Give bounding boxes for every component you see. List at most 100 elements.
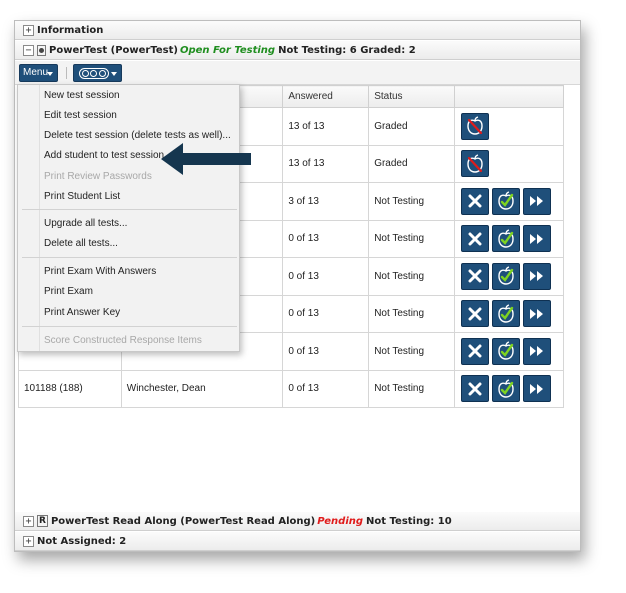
panel-powertest[interactable]: − PowerTest (PowerTest) Open For Testing…: [15, 41, 580, 60]
cell-actions: [454, 107, 564, 146]
light-dot: [81, 70, 89, 77]
menu-item[interactable]: Print Exam: [18, 282, 239, 302]
status-pending: Pending: [317, 515, 364, 527]
menu-button-label: Menu: [23, 67, 49, 78]
row-actions: [460, 150, 563, 178]
cell-status: Not Testing: [368, 219, 456, 258]
expand-toggle[interactable]: +: [23, 535, 34, 547]
menu-item[interactable]: Upgrade all tests...: [18, 214, 239, 234]
fast-forward-icon: [529, 195, 545, 207]
cell-status: Not Testing: [368, 182, 456, 221]
grade-test-button[interactable]: [492, 187, 521, 215]
apple-check-icon: [497, 229, 515, 249]
cell-actions: [454, 369, 564, 408]
cell-answered: 13 of 13: [282, 144, 370, 183]
collapse-toggle[interactable]: −: [23, 44, 34, 56]
grade-test-button[interactable]: [492, 337, 521, 365]
row-actions: [460, 112, 563, 140]
start-test-button[interactable]: [523, 187, 552, 215]
x-icon: [468, 194, 482, 208]
menu-button[interactable]: Menu: [19, 64, 58, 82]
remove-student-button[interactable]: [461, 300, 490, 328]
grade-test-button[interactable]: [492, 225, 521, 253]
apple-slash-icon: [466, 154, 484, 174]
panel-summary: Not Testing: 10: [366, 515, 452, 527]
cell-actions: [454, 182, 564, 221]
menu-item[interactable]: Print Exam With Answers: [18, 262, 239, 282]
ungrade-test-button[interactable]: [461, 150, 490, 178]
x-icon: [468, 232, 482, 246]
cell-answered: 0 of 13: [282, 219, 370, 258]
session-menu-dropdown: New test session Edit test session Delete …: [17, 84, 240, 352]
cell-actions: [454, 144, 564, 183]
row-actions: [460, 337, 563, 365]
session-toolbar: Menu: [15, 61, 580, 85]
cell-status: Graded: [368, 107, 456, 146]
panel-title: PowerTest (PowerTest): [49, 44, 178, 56]
start-test-button[interactable]: [523, 375, 552, 403]
grade-test-button[interactable]: [492, 375, 521, 403]
menu-item[interactable]: Print Answer Key: [18, 303, 239, 323]
start-test-button[interactable]: [523, 337, 552, 365]
expand-toggle[interactable]: +: [23, 515, 34, 527]
apple-slash-icon: [466, 116, 484, 136]
menu-item[interactable]: New test session: [18, 86, 239, 106]
grade-test-button[interactable]: [492, 300, 521, 328]
fast-forward-icon: [529, 233, 545, 245]
column-header-answered[interactable]: Answered: [282, 85, 370, 108]
cell-answered: 13 of 13: [282, 107, 370, 146]
menu-item[interactable]: Delete all tests...: [18, 234, 239, 254]
light-dot: [90, 70, 98, 77]
menu-item: Score Constructed Response Items: [44, 335, 202, 346]
start-test-button[interactable]: [523, 300, 552, 328]
panel-summary: Not Testing: 6 Graded: 2: [278, 44, 416, 56]
cell-status: Not Testing: [368, 332, 456, 371]
panel-read-along[interactable]: + R PowerTest Read Along (PowerTest Read…: [15, 512, 580, 531]
chevron-down-icon: [47, 72, 53, 76]
cell-answered: 0 of 13: [282, 294, 370, 333]
cell-actions: [454, 332, 564, 371]
panel-title: PowerTest Read Along (PowerTest Read Alo…: [50, 515, 316, 527]
panel-title: Not Assigned: 2: [37, 535, 127, 547]
toolbar-divider: [66, 67, 67, 79]
fast-forward-icon: [529, 270, 545, 282]
light-dot: [99, 70, 107, 77]
column-header-status[interactable]: Status: [368, 85, 456, 108]
cell-actions: [454, 219, 564, 258]
row-actions: [460, 262, 563, 290]
remove-student-button[interactable]: [461, 262, 490, 290]
x-icon: [468, 382, 482, 396]
status-filter-button[interactable]: [73, 64, 122, 82]
ungrade-test-button[interactable]: [461, 112, 490, 140]
cell-answered: 0 of 13: [282, 332, 370, 371]
cell-status: Graded: [368, 144, 456, 183]
table-row[interactable]: 101188 (188) Winchester, Dean 0 of 13 Not T…: [18, 369, 564, 408]
cell-actions: [454, 257, 564, 296]
remove-student-button[interactable]: [461, 337, 490, 365]
apple-check-icon: [497, 191, 515, 211]
apple-check-icon: [497, 379, 515, 399]
menu-item[interactable]: Edit test session: [18, 106, 239, 126]
menu-divider: [22, 326, 237, 327]
menu-divider: [22, 209, 237, 210]
x-icon: [468, 307, 482, 321]
cell-actions: [454, 294, 564, 333]
x-icon: [468, 344, 482, 358]
panel-not-assigned[interactable]: + Not Assigned: 2: [15, 532, 580, 551]
cell-status: Not Testing: [368, 294, 456, 333]
apple-check-icon: [497, 341, 515, 361]
remove-student-button[interactable]: [461, 375, 490, 403]
x-icon: [468, 269, 482, 283]
arrow-pointer-icon: [161, 143, 251, 175]
remove-student-button[interactable]: [461, 187, 490, 215]
start-test-button[interactable]: [523, 262, 552, 290]
grade-test-button[interactable]: [492, 262, 521, 290]
panel-information[interactable]: + Information: [15, 21, 580, 40]
menu-item[interactable]: Print Student List: [18, 187, 239, 207]
remove-student-button[interactable]: [461, 225, 490, 253]
expand-toggle[interactable]: +: [23, 24, 34, 36]
menu-divider: [22, 257, 237, 258]
chevron-down-icon: [111, 72, 117, 76]
row-actions: [460, 225, 563, 253]
start-test-button[interactable]: [523, 225, 552, 253]
